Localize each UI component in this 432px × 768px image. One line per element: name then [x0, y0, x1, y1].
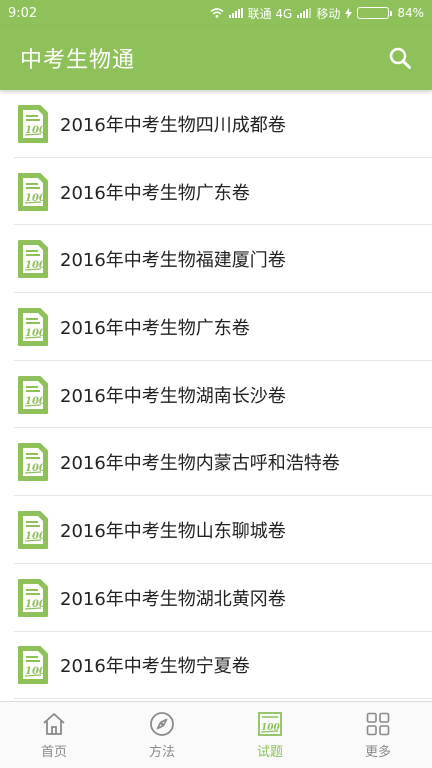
tab-method[interactable]: 方法 [108, 702, 216, 768]
exam-paper-icon: 100 [18, 240, 48, 279]
search-icon [389, 47, 411, 69]
exam-paper-icon: 100 [18, 104, 48, 143]
tab-label: 更多 [364, 744, 391, 760]
status-bar: 9:02 联通 4G 移动 84% [0, 0, 432, 26]
list-item-label: 2016年中考生物湖北黄冈卷 [60, 588, 286, 610]
list-item[interactable]: 100 2016年中考生物广东卷 [0, 158, 432, 226]
list-item[interactable]: 100 2016年中考生物山东聊城卷 [0, 496, 432, 564]
status-time: 9:02 [8, 5, 38, 21]
wifi-icon [210, 8, 224, 18]
carrier-label-2: 移动 [316, 6, 341, 21]
tab-home[interactable]: 首页 [0, 702, 108, 768]
app-title: 中考生物通 [20, 48, 136, 73]
exam-paper-icon: 100 [18, 646, 48, 685]
list-item[interactable]: 100 2016年中考生物广东卷 [0, 293, 432, 361]
list-item[interactable]: 100 2016年中考生物福建厦门卷 [0, 225, 432, 293]
exam-paper-icon: 100 [18, 172, 48, 211]
exam-paper-icon: 100 [18, 578, 48, 617]
exam-paper-icon: 100 [18, 510, 48, 549]
status-right: 联通 4G 移动 84% [210, 5, 424, 22]
list-item[interactable]: 100 2016年中考生物湖南长沙卷 [0, 361, 432, 429]
exam-paper-icon: 100 [18, 375, 48, 414]
list-item[interactable]: 100 2016年中考生物四川成都卷 [0, 90, 432, 158]
battery-icon [357, 7, 393, 19]
tab-label: 方法 [148, 744, 175, 760]
charging-icon [345, 7, 353, 19]
exam-paper-icon: 100 [18, 443, 48, 482]
carrier-label-1: 联通 4G [247, 6, 293, 21]
list-item-label: 2016年中考生物福建厦门卷 [60, 250, 286, 272]
list-item[interactable]: 100 2016年中考生物宁夏卷 [0, 632, 432, 700]
list-item-label: 2016年中考生物四川成都卷 [60, 114, 286, 136]
home-icon [43, 712, 65, 735]
compass-icon [150, 711, 174, 736]
exam-paper-icon: 100 [18, 307, 48, 346]
list-item-label: 2016年中考生物山东聊城卷 [60, 520, 286, 542]
list-item-label: 2016年中考生物广东卷 [60, 317, 250, 339]
tab-label: 试题 [256, 744, 283, 760]
list-item-label: 2016年中考生物湖南长沙卷 [60, 385, 286, 407]
tab-label: 首页 [40, 744, 67, 760]
list-item[interactable]: 100 2016年中考生物内蒙古呼和浩特卷 [0, 428, 432, 496]
app-bar: 中考生物通 [0, 26, 432, 90]
list-item[interactable]: 100 2016年中考生物湖北黄冈卷 [0, 564, 432, 632]
list-item-label: 2016年中考生物广东卷 [60, 182, 250, 204]
tab-exams[interactable]: 100 试题 [216, 702, 324, 768]
signal-icon [228, 8, 243, 18]
list-item-label: 2016年中考生物宁夏卷 [60, 656, 250, 678]
battery-percent: 84% [397, 6, 424, 20]
search-button[interactable] [386, 44, 414, 72]
tab-more[interactable]: 更多 [324, 702, 432, 768]
signal-icon [297, 8, 312, 18]
bottom-tab-bar: 首页 方法 100 试题 更多 [0, 701, 432, 768]
list-item-label: 2016年中考生物内蒙古呼和浩特卷 [60, 453, 340, 475]
exam-paper-icon: 100 [258, 711, 282, 736]
exam-list: 100 2016年中考生物四川成都卷 100 2016年中考生物广东卷 100 … [0, 90, 432, 701]
grid-icon [366, 712, 390, 735]
